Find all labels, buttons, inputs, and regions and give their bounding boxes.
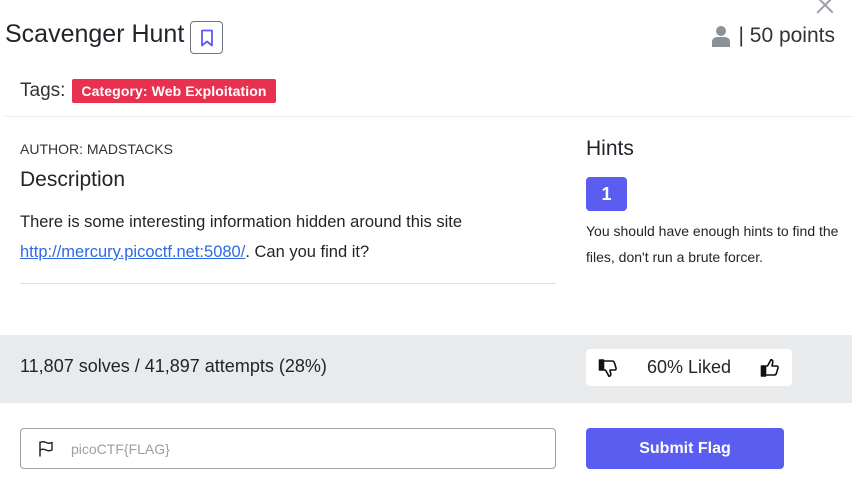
tags-label: Tags: [20, 80, 66, 101]
description-link[interactable]: http://mercury.picoctf.net:5080/ [20, 243, 245, 261]
close-icon[interactable] [814, 0, 836, 16]
challenge-title: Scavenger Hunt [5, 20, 185, 48]
points-label: | 50 points [738, 24, 835, 47]
user-icon [712, 26, 731, 47]
bookmark-button[interactable] [190, 21, 223, 54]
likes-box: 60% Liked [586, 349, 792, 386]
description-text: There is some interesting information hi… [20, 207, 560, 267]
description-lead: There is some interesting information hi… [20, 213, 463, 231]
submit-flag-button[interactable]: Submit Flag [586, 428, 784, 469]
flag-input[interactable] [71, 440, 511, 457]
tags-row: Tags: Category: Web Exploitation [20, 79, 276, 103]
hint-1-button[interactable]: 1 [586, 177, 627, 211]
thumbs-up-icon[interactable] [760, 358, 780, 378]
description-divider [20, 283, 556, 284]
description-heading: Description [20, 168, 126, 191]
points-display: | 50 points [712, 24, 835, 48]
bookmark-icon [200, 29, 213, 46]
flag-input-wrapper[interactable] [20, 428, 556, 469]
hints-heading: Hints [586, 137, 634, 160]
author-label: AUTHOR: MADSTACKS [20, 141, 173, 157]
liked-percentage: 60% Liked [646, 357, 732, 377]
header-divider [5, 116, 852, 117]
description-suffix: . Can you find it? [245, 243, 370, 261]
tag-category-badge[interactable]: Category: Web Exploitation [72, 79, 276, 103]
solves-stats: 11,807 solves / 41,897 attempts (28%) [20, 356, 327, 376]
flag-icon [39, 440, 53, 456]
thumbs-down-icon[interactable] [598, 358, 618, 378]
hint-1-text: You should have enough hints to find the… [586, 223, 839, 265]
